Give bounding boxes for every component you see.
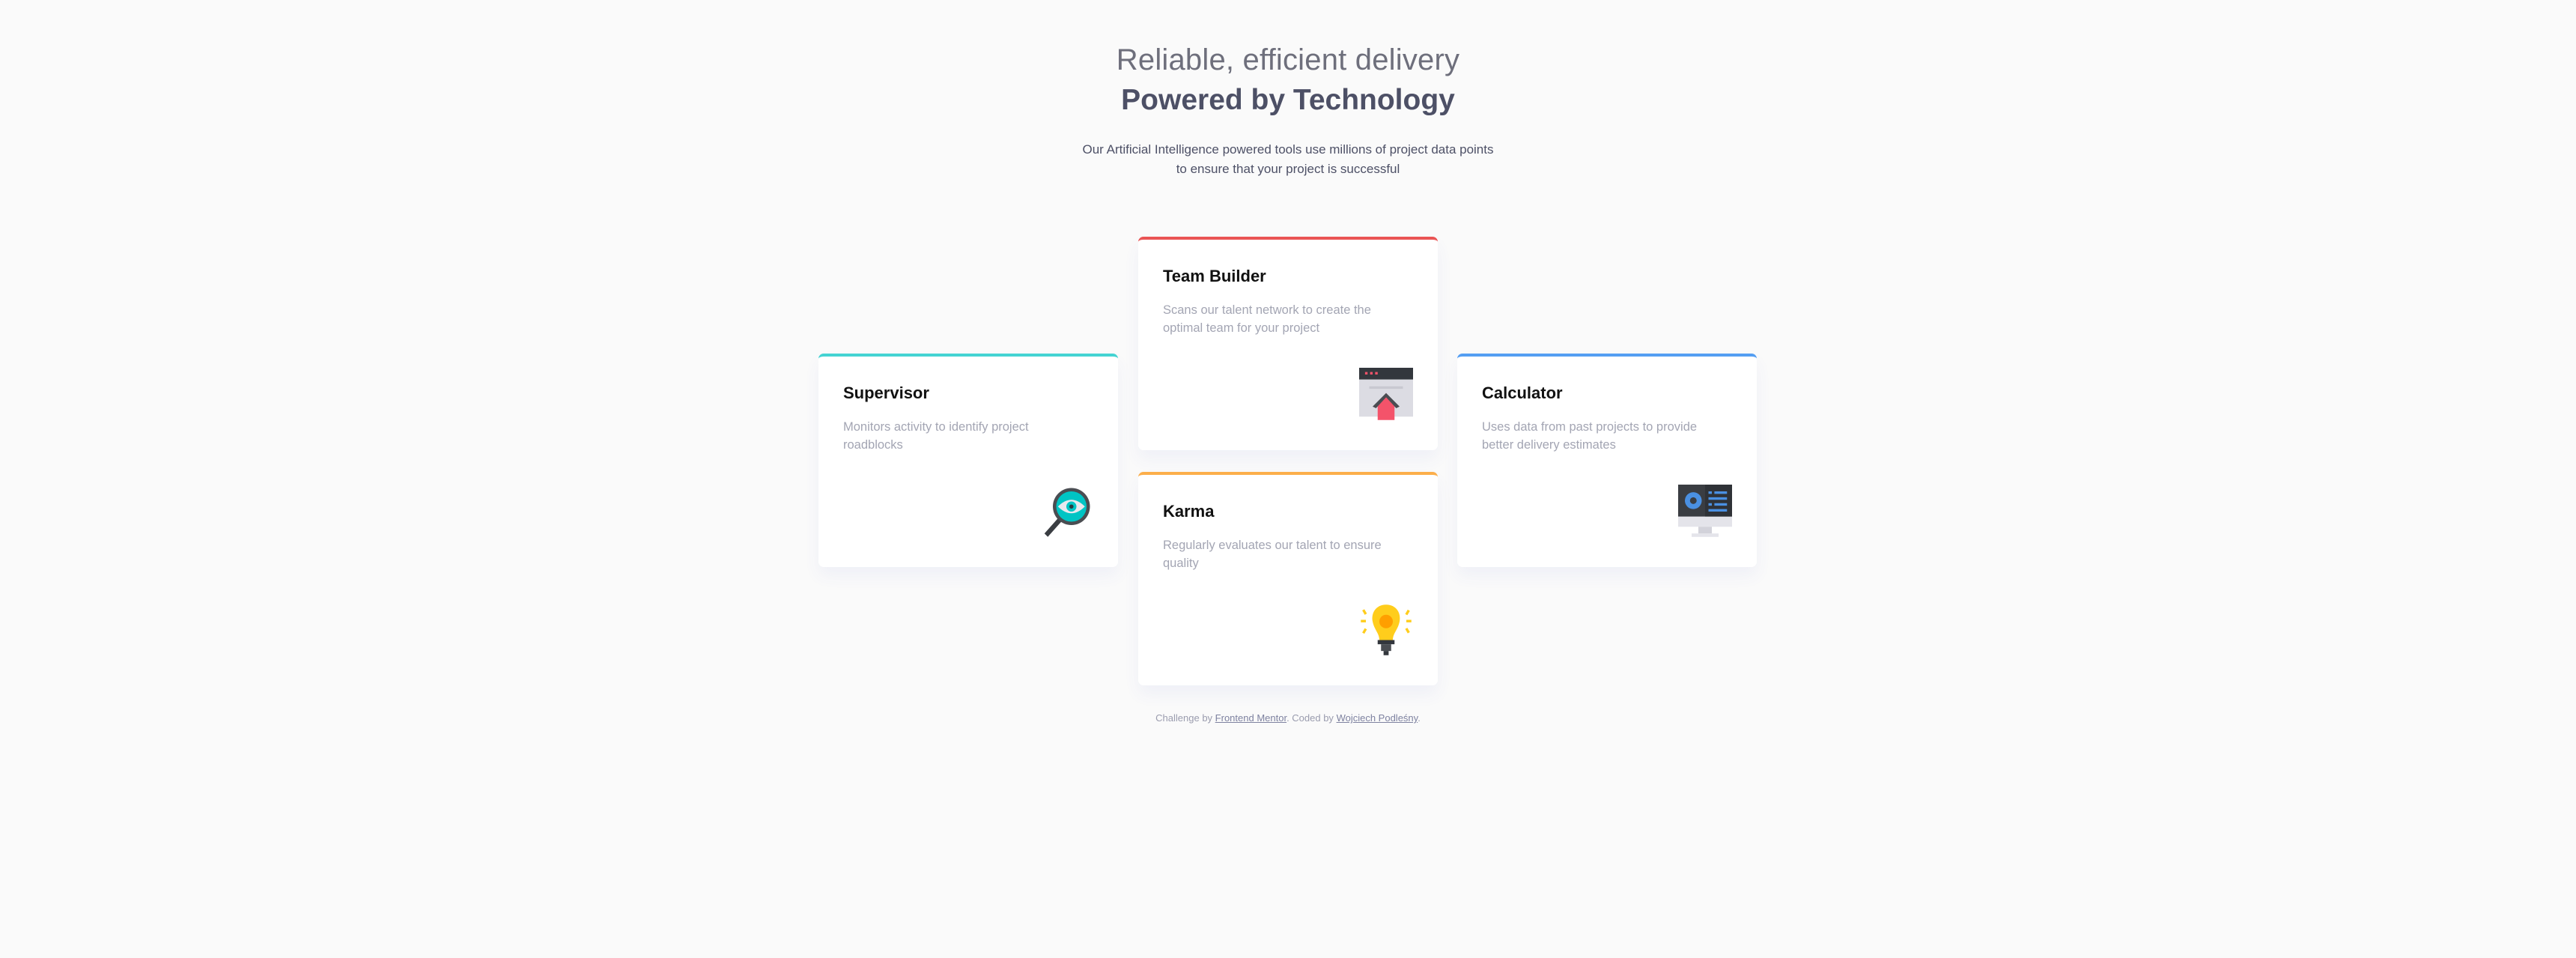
card-description: Regularly evaluates our talent to ensure… [1163, 539, 1382, 570]
magnifier-eye-icon [1044, 488, 1090, 537]
card-description: Monitors activity to identify project ro… [843, 420, 1029, 452]
card-title: Team Builder [1163, 267, 1266, 285]
browser-house-icon [1359, 368, 1413, 420]
card-description: Uses data from past projects to provide … [1482, 420, 1698, 452]
attribution-footer: Challenge by Frontend Mentor. Coded by W… [0, 712, 2576, 724]
card-title: Supervisor [843, 383, 929, 402]
author-link[interactable]: Wojciech Podleśny [1337, 712, 1418, 724]
page-subtitle: Reliable, efficient delivery [1116, 43, 1460, 76]
card-karma: Karma Regularly evaluates our talent to … [1138, 472, 1438, 685]
footer-prefix: Challenge by [1155, 712, 1215, 724]
card-team-builder: Team Builder Scans our talent network to… [1138, 237, 1438, 450]
card-title: Karma [1163, 502, 1215, 521]
card-title: Calculator [1482, 383, 1563, 402]
footer-suffix: . [1418, 712, 1421, 724]
footer-middle: . Coded by [1287, 712, 1337, 724]
frontend-mentor-link[interactable]: Frontend Mentor [1215, 712, 1287, 724]
lightbulb-icon [1361, 604, 1412, 655]
page-title: Powered by Technology [1121, 84, 1455, 116]
card-description: Scans our talent network to create the o… [1163, 303, 1371, 335]
monitor-chart-icon [1678, 485, 1732, 537]
card-supervisor: Supervisor Monitors activity to identify… [818, 354, 1118, 567]
intro-text: Our Artificial Intelligence powered tool… [1082, 142, 1494, 176]
card-calculator: Calculator Uses data from past projects … [1457, 354, 1757, 567]
